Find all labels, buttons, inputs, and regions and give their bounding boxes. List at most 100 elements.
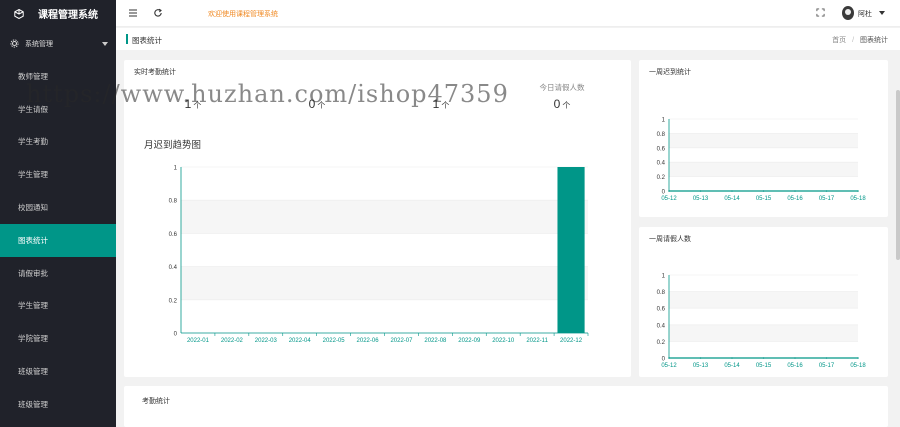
welcome-text: 欢迎使用课程管理系统 bbox=[208, 11, 278, 18]
x-tick-label: 2022-03 bbox=[255, 338, 278, 344]
grid-band bbox=[669, 133, 858, 148]
x-tick-label: 2022-01 bbox=[187, 338, 210, 344]
attendance-card-title: 考勤统计 bbox=[142, 398, 170, 405]
stats-card: 实时考勤统计 1个 0个 1个 今日请假人数 0个 月迟到趋势图 0 0.2 0.4… bbox=[124, 60, 631, 377]
y-tick-label: 0.4 bbox=[657, 323, 666, 329]
stat-label: 今日请假人数 bbox=[539, 83, 585, 92]
username[interactable]: 阿杜 bbox=[858, 9, 872, 19]
sidebar-item[interactable]: 学院管理 bbox=[0, 322, 116, 355]
breadcrumb-current: 图表统计 bbox=[860, 37, 888, 44]
x-tick-label: 05-17 bbox=[819, 196, 835, 202]
stat-label bbox=[267, 82, 367, 94]
stat-unit: 个 bbox=[441, 101, 450, 110]
grid-band bbox=[669, 291, 858, 309]
x-tick-label: 2022-04 bbox=[289, 338, 312, 344]
stat-item: 0个 bbox=[267, 82, 367, 111]
y-tick-label: 0 bbox=[662, 190, 666, 196]
stat-unit: 个 bbox=[193, 101, 202, 110]
attendance-card: 考勤统计 bbox=[124, 386, 888, 427]
x-tick-label: 05-13 bbox=[693, 363, 709, 369]
data-point bbox=[794, 357, 796, 359]
breadcrumb-separator: / bbox=[852, 37, 855, 44]
y-tick-label: 0 bbox=[174, 332, 178, 338]
stat-item: 今日请假人数 0个 bbox=[512, 82, 612, 111]
cube-icon bbox=[14, 8, 24, 19]
x-tick-label: 05-15 bbox=[756, 196, 772, 202]
y-tick-label: 0 bbox=[662, 357, 666, 363]
data-point bbox=[857, 190, 859, 192]
stat-unit: 个 bbox=[317, 101, 326, 110]
title-accent-bar bbox=[126, 34, 128, 44]
sidebar-item[interactable]: 班级管理 bbox=[0, 388, 116, 421]
sidebar-item[interactable]: 学生管理 bbox=[0, 290, 116, 323]
menu-toggle-icon[interactable] bbox=[128, 8, 138, 18]
x-tick-label: 2022-12 bbox=[560, 338, 583, 344]
sidebar-group-system[interactable]: 系统管理 bbox=[0, 27, 116, 60]
y-tick-label: 1 bbox=[662, 118, 666, 124]
x-tick-label: 05-13 bbox=[693, 196, 709, 202]
x-tick-label: 05-14 bbox=[724, 363, 740, 369]
sidebar-item[interactable]: 学生考勤 bbox=[0, 126, 116, 159]
topbar: 欢迎使用课程管理系统 阿杜 bbox=[116, 0, 900, 27]
sidebar-item[interactable]: 图表统计 bbox=[0, 223, 116, 257]
breadcrumb-home[interactable]: 首页 bbox=[832, 37, 846, 44]
data-point bbox=[731, 357, 733, 359]
x-tick-label: 05-18 bbox=[850, 196, 866, 202]
y-tick-label: 0.8 bbox=[169, 199, 178, 205]
y-tick-label: 0.4 bbox=[169, 265, 178, 271]
week-late-card: 一周迟到统计 0 0.2 0.4 0.6 0.8 1 05-12 05-13 05-14 05-1… bbox=[639, 60, 888, 217]
data-point bbox=[794, 190, 796, 192]
sidebar: 课程管理系统 系统管理 教师管理 学生请假 学生考勤 学生管理 校园通知 图表统计 请假审批… bbox=[0, 0, 116, 427]
y-tick-label: 0.2 bbox=[169, 298, 178, 304]
page-header: 图表统计 首页 / 图表统计 bbox=[116, 28, 900, 50]
sidebar-item[interactable]: 校园通知 bbox=[0, 191, 116, 224]
data-point bbox=[762, 190, 765, 192]
data-point bbox=[668, 357, 670, 359]
chevron-down-icon bbox=[102, 41, 108, 46]
stat-value: 0 bbox=[308, 97, 316, 111]
stat-label bbox=[143, 82, 243, 94]
avatar[interactable] bbox=[842, 6, 854, 20]
grid-band bbox=[669, 162, 858, 177]
x-tick-label: 05-12 bbox=[661, 196, 677, 202]
week-late-chart: 0 0.2 0.4 0.6 0.8 1 05-12 05-13 05-14 05-15 05-16 0… bbox=[657, 118, 867, 203]
week-leave-card: 一周请假人数 0 0.2 0.4 0.6 0.8 1 05-12 05-13 05-14 05-1… bbox=[639, 227, 888, 377]
x-tick-label: 2022-09 bbox=[458, 338, 481, 344]
stat-label bbox=[391, 82, 491, 94]
stat-value: 1 bbox=[432, 97, 440, 111]
page-scrollbar[interactable] bbox=[896, 90, 900, 260]
y-tick-label: 0.2 bbox=[657, 340, 666, 346]
week-leave-card-title: 一周请假人数 bbox=[649, 236, 691, 243]
stat-value: 1 bbox=[184, 97, 192, 111]
y-tick-label: 0.8 bbox=[657, 132, 666, 138]
sidebar-item[interactable]: 教师管理 bbox=[0, 60, 116, 93]
stat-item: 1个 bbox=[143, 82, 243, 111]
x-tick-label: 05-18 bbox=[850, 363, 866, 369]
data-point bbox=[825, 190, 828, 192]
data-point bbox=[731, 190, 733, 192]
stat-unit: 个 bbox=[562, 101, 571, 110]
x-tick-label: 2022-07 bbox=[390, 338, 413, 344]
y-tick-label: 0.8 bbox=[657, 290, 666, 296]
week-late-card-title: 一周迟到统计 bbox=[649, 69, 691, 76]
bar bbox=[557, 167, 585, 333]
fullscreen-icon[interactable] bbox=[816, 8, 825, 17]
app-title: 课程管理系统 bbox=[38, 10, 98, 21]
data-point bbox=[699, 190, 702, 192]
y-tick-label: 1 bbox=[174, 166, 178, 172]
x-tick-label: 2022-02 bbox=[221, 338, 244, 344]
sidebar-item[interactable]: 班级管理 bbox=[0, 355, 116, 388]
x-tick-label: 05-12 bbox=[661, 363, 677, 369]
x-tick-label: 05-14 bbox=[724, 196, 740, 202]
user-dropdown-icon[interactable] bbox=[879, 11, 885, 15]
x-tick-label: 2022-06 bbox=[357, 338, 380, 344]
y-tick-label: 0.6 bbox=[657, 307, 666, 313]
sidebar-item[interactable]: 学生请假 bbox=[0, 93, 116, 126]
sidebar-item[interactable]: 请假审批 bbox=[0, 257, 116, 290]
sidebar-group-label: 系统管理 bbox=[25, 40, 53, 48]
refresh-icon[interactable] bbox=[153, 8, 163, 18]
x-tick-label: 05-16 bbox=[787, 363, 803, 369]
gear-icon bbox=[10, 39, 19, 48]
app-logo: 课程管理系统 bbox=[0, 0, 116, 27]
sidebar-item[interactable]: 学生管理 bbox=[0, 158, 116, 191]
